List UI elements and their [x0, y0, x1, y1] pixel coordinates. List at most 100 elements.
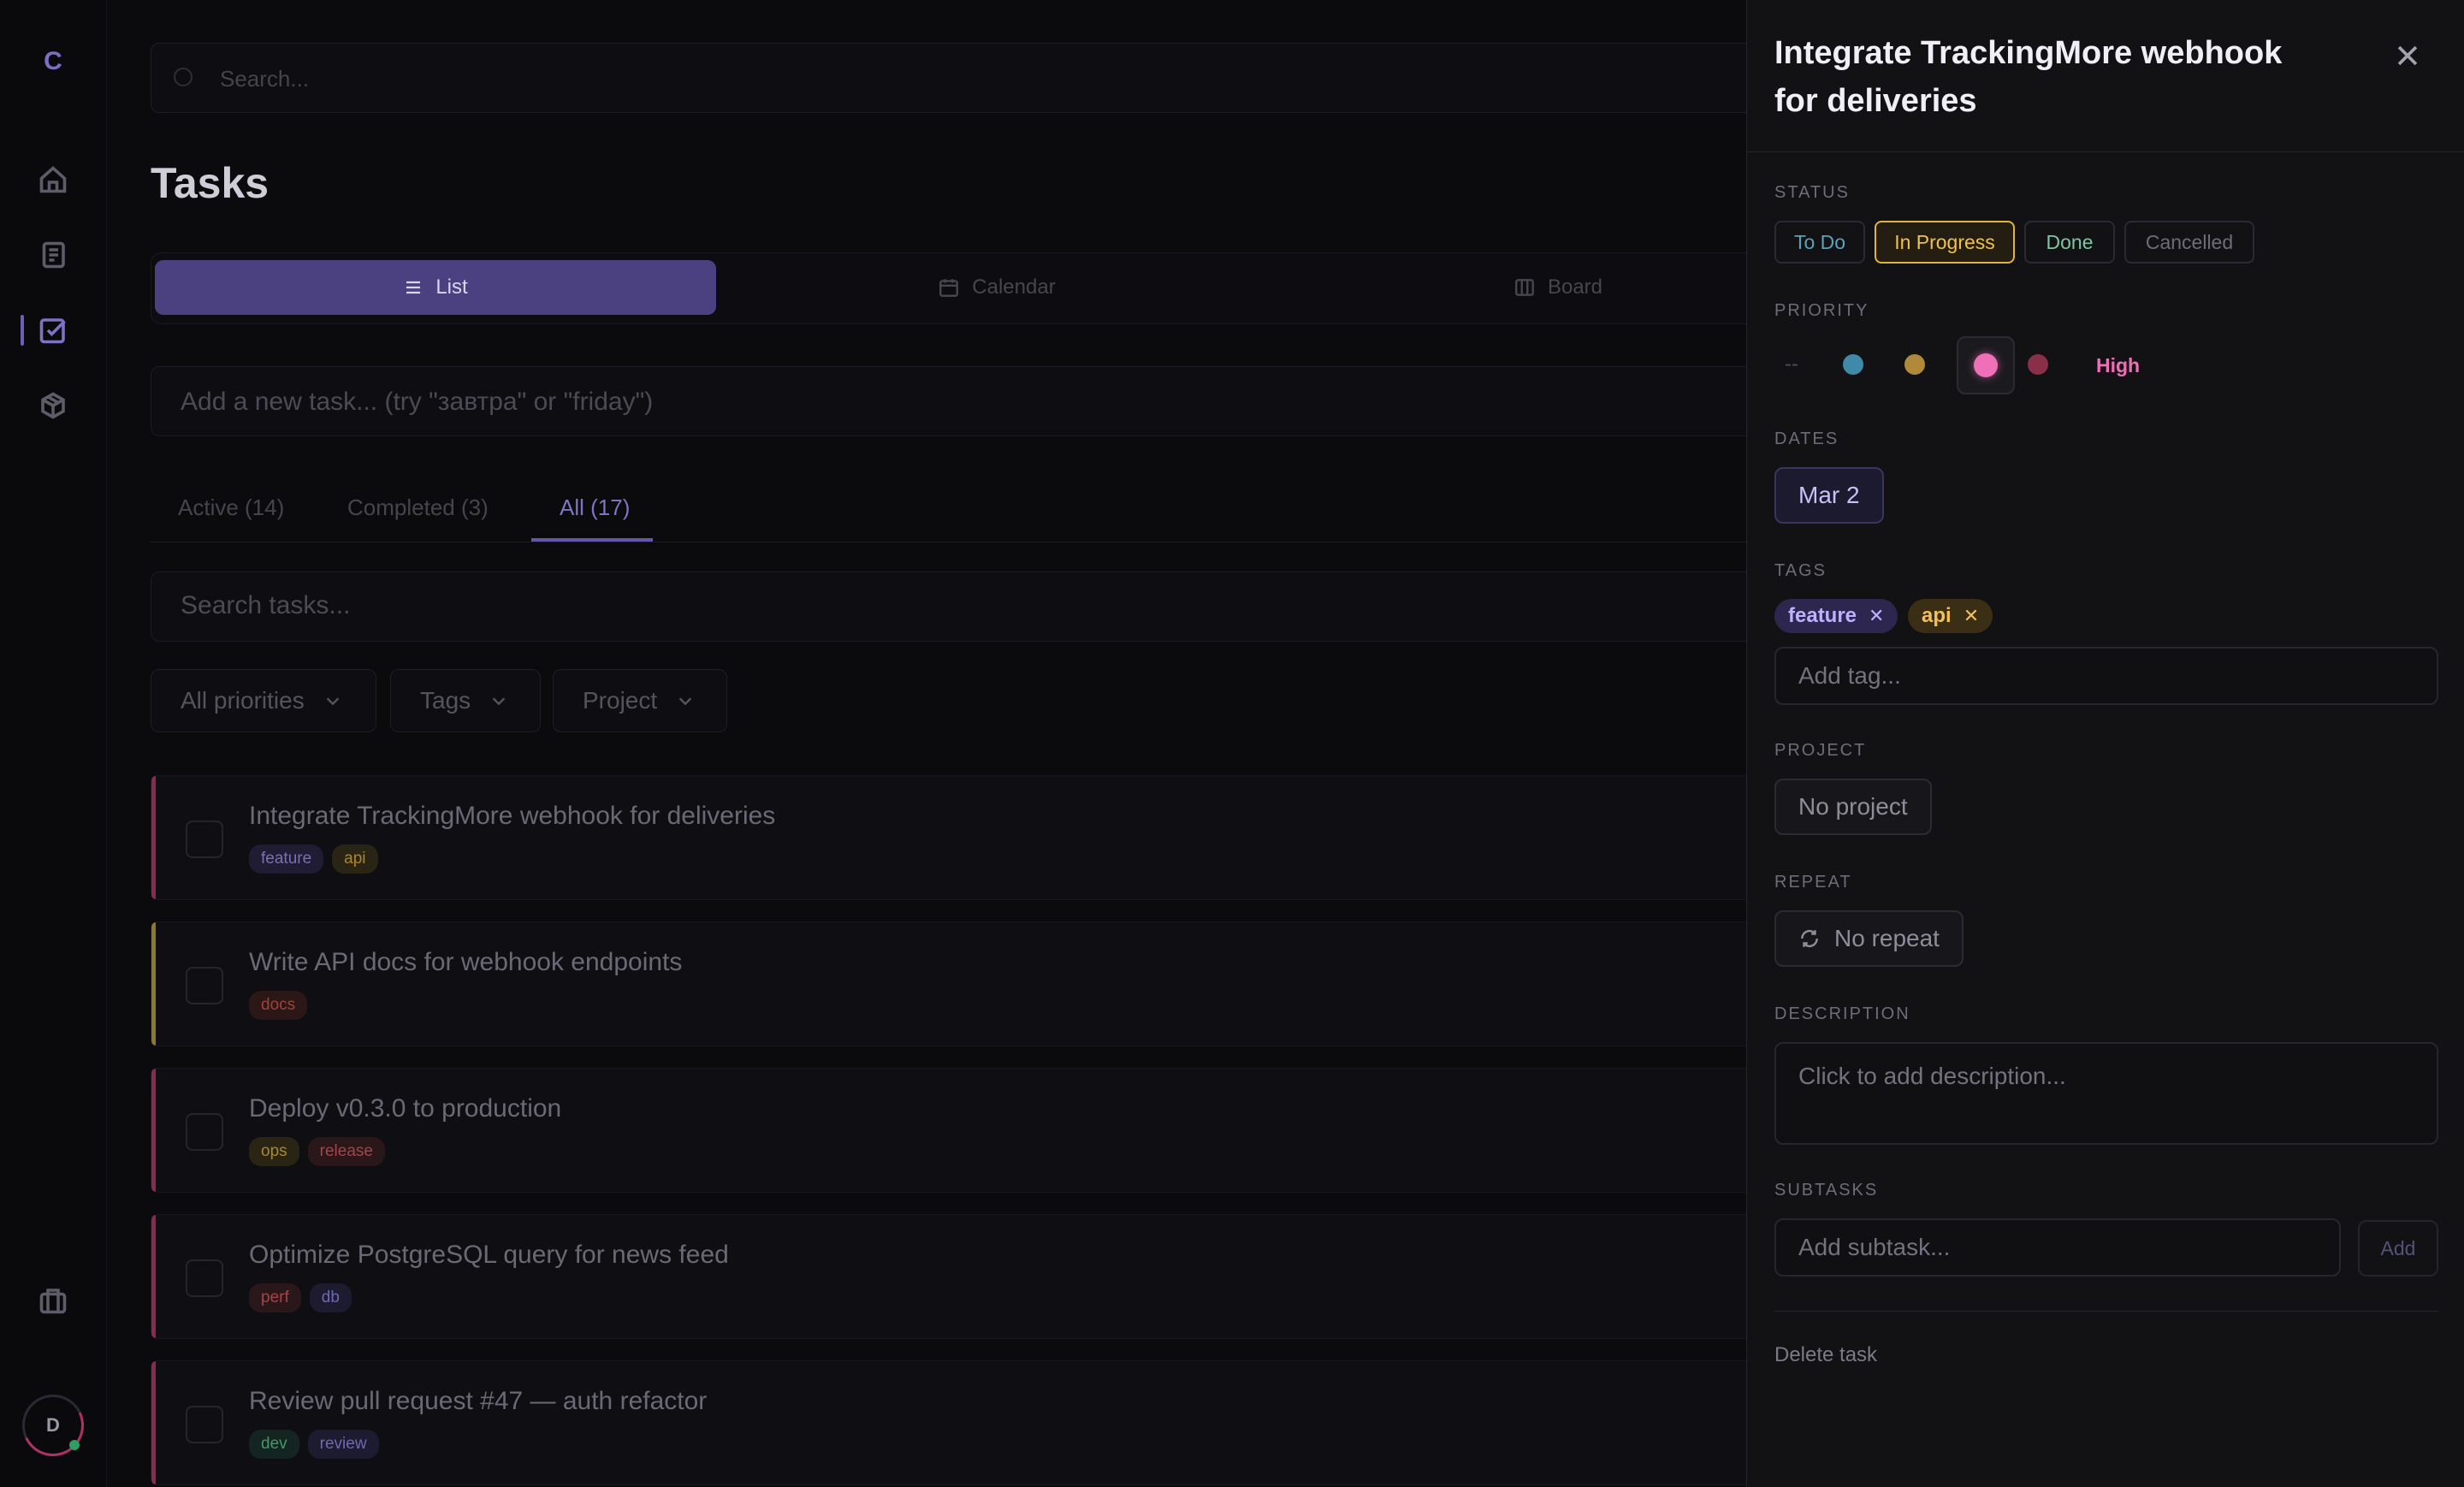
task-tag: feature	[249, 844, 324, 874]
task-detail-title[interactable]: Integrate TrackingMore webhook for deliv…	[1774, 29, 2331, 125]
subtasks-label: SUBTASKS	[1774, 1181, 1879, 1200]
task-row[interactable]: Deploy v0.3.0 to production ops release	[151, 1068, 1776, 1193]
priority-value: High	[2096, 354, 2141, 376]
divider	[1747, 151, 2464, 152]
tasks-icon[interactable]	[21, 310, 74, 351]
task-row[interactable]: Integrate TrackingMore webhook for deliv…	[151, 775, 1776, 900]
due-date-value: Mar 2	[1798, 482, 1860, 508]
priority-label: PRIORITY	[1774, 301, 1869, 320]
view-list-button[interactable]: List	[155, 260, 716, 315]
task-tags: ops release	[249, 1137, 385, 1166]
priority-medium-dot	[1904, 354, 1925, 375]
task-checkbox[interactable]	[186, 967, 223, 1004]
search-placeholder: Search...	[220, 66, 310, 92]
repeat-select[interactable]: No repeat	[1774, 910, 1964, 967]
task-tag: release	[307, 1137, 385, 1166]
remove-tag-icon[interactable]: ✕	[1964, 605, 1979, 627]
project-label: PROJECT	[1774, 741, 1867, 760]
task-tags: feature api	[249, 844, 378, 874]
status-done-button[interactable]: Done	[2024, 221, 2115, 264]
task-tag: review	[307, 1430, 379, 1459]
priority-filter-dropdown[interactable]: All priorities	[151, 669, 376, 732]
task-name: Deploy v0.3.0 to production	[249, 1094, 562, 1123]
tags-filter-dropdown[interactable]: Tags	[390, 669, 541, 732]
remove-tag-icon[interactable]: ✕	[1869, 605, 1884, 627]
archive-icon[interactable]	[33, 1280, 74, 1321]
task-tag: dev	[249, 1430, 299, 1459]
description-label: DESCRIPTION	[1774, 1004, 1910, 1023]
status-in-progress-button[interactable]: In Progress	[1875, 221, 2015, 264]
priority-none-button[interactable]: --	[1773, 346, 1810, 383]
description-placeholder: Click to add description...	[1798, 1063, 2066, 1089]
repeat-icon	[1801, 929, 1818, 948]
tab-active[interactable]: Active (14)	[178, 495, 284, 521]
task-name: Integrate TrackingMore webhook for deliv…	[249, 802, 776, 830]
task-checkbox[interactable]	[186, 1113, 223, 1151]
task-tags: dev review	[249, 1430, 379, 1459]
task-row[interactable]: Optimize PostgreSQL query for news feed p…	[151, 1214, 1776, 1339]
delete-task-button[interactable]: Delete task	[1774, 1343, 1877, 1367]
project-filter-dropdown[interactable]: Project	[553, 669, 727, 732]
project-value: No project	[1798, 793, 1908, 820]
task-row[interactable]: Review pull request #47 — auth refactor d…	[151, 1360, 1776, 1485]
chevron-down-icon	[678, 697, 692, 706]
task-tag: db	[309, 1283, 352, 1312]
search-tasks-input[interactable]: Search tasks...	[151, 572, 1778, 642]
status-todo-label: To Do	[1793, 230, 1846, 253]
global-search-input[interactable]: Search...	[151, 43, 1778, 113]
add-subtask-button[interactable]: Add	[2358, 1220, 2438, 1277]
status-cancelled-label: Cancelled	[2145, 230, 2234, 253]
add-task-input[interactable]: Add a new task... (try "завтра" or "frid…	[151, 366, 1778, 436]
avatar[interactable]: D	[13, 1385, 93, 1466]
priority-accent-bar	[151, 1361, 156, 1484]
status-in-progress-label: In Progress	[1894, 230, 1995, 253]
due-date-button[interactable]: Mar 2	[1774, 467, 1884, 524]
view-calendar-button[interactable]: Calendar	[716, 260, 1277, 315]
task-checkbox[interactable]	[186, 821, 223, 858]
add-subtask-input[interactable]: Add subtask...	[1774, 1218, 2341, 1277]
priority-high-button[interactable]	[1957, 336, 2015, 394]
task-name: Review pull request #47 — auth refactor	[249, 1387, 708, 1415]
status-cancelled-button[interactable]: Cancelled	[2124, 221, 2254, 264]
add-tag-placeholder: Add tag...	[1798, 662, 1901, 689]
priority-low-dot	[1843, 354, 1863, 375]
add-tag-input[interactable]: Add tag...	[1774, 647, 2438, 705]
calendar-icon	[939, 279, 959, 297]
list-icon	[406, 281, 421, 294]
app-logo[interactable]: C	[36, 44, 70, 79]
priority-urgent-dot	[2028, 354, 2048, 375]
tab-all[interactable]: All (17)	[560, 495, 630, 521]
tab-active-indicator	[531, 538, 653, 542]
task-tag: ops	[249, 1137, 299, 1166]
package-icon[interactable]	[33, 385, 74, 426]
priority-low-button[interactable]	[1834, 346, 1872, 383]
priority-high-dot	[1974, 353, 1998, 377]
task-tabs: Active (14) Completed (3) All (17)	[151, 479, 1776, 542]
search-icon	[174, 68, 192, 86]
priority-medium-button[interactable]	[1896, 346, 1934, 383]
project-select[interactable]: No project	[1774, 779, 1932, 835]
task-tag: perf	[249, 1283, 301, 1312]
tags-label: TAGS	[1774, 561, 1827, 580]
close-icon[interactable]	[2393, 41, 2422, 70]
tag-chip-feature: feature ✕	[1774, 599, 1898, 633]
board-icon	[1515, 279, 1534, 296]
chevron-down-icon	[492, 697, 506, 706]
avatar-progress-ring	[13, 1385, 93, 1466]
repeat-label: REPEAT	[1774, 873, 1852, 892]
priority-urgent-button[interactable]	[2019, 346, 2057, 383]
task-tag: docs	[249, 991, 308, 1020]
task-row[interactable]: Write API docs for webhook endpoints docs	[151, 921, 1776, 1046]
tab-completed[interactable]: Completed (3)	[347, 495, 489, 521]
home-icon[interactable]	[33, 159, 74, 200]
view-board-label: Board	[1547, 275, 1603, 299]
task-tags: perf db	[249, 1283, 352, 1312]
status-todo-button[interactable]: To Do	[1774, 221, 1865, 264]
description-field[interactable]: Click to add description...	[1774, 1042, 2438, 1145]
tag-chip-api: api ✕	[1908, 599, 1993, 633]
task-checkbox[interactable]	[186, 1406, 223, 1443]
notes-icon[interactable]	[33, 234, 74, 275]
task-checkbox[interactable]	[186, 1259, 223, 1297]
tags-filter-label: Tags	[420, 687, 471, 714]
priority-accent-bar	[151, 922, 156, 1046]
